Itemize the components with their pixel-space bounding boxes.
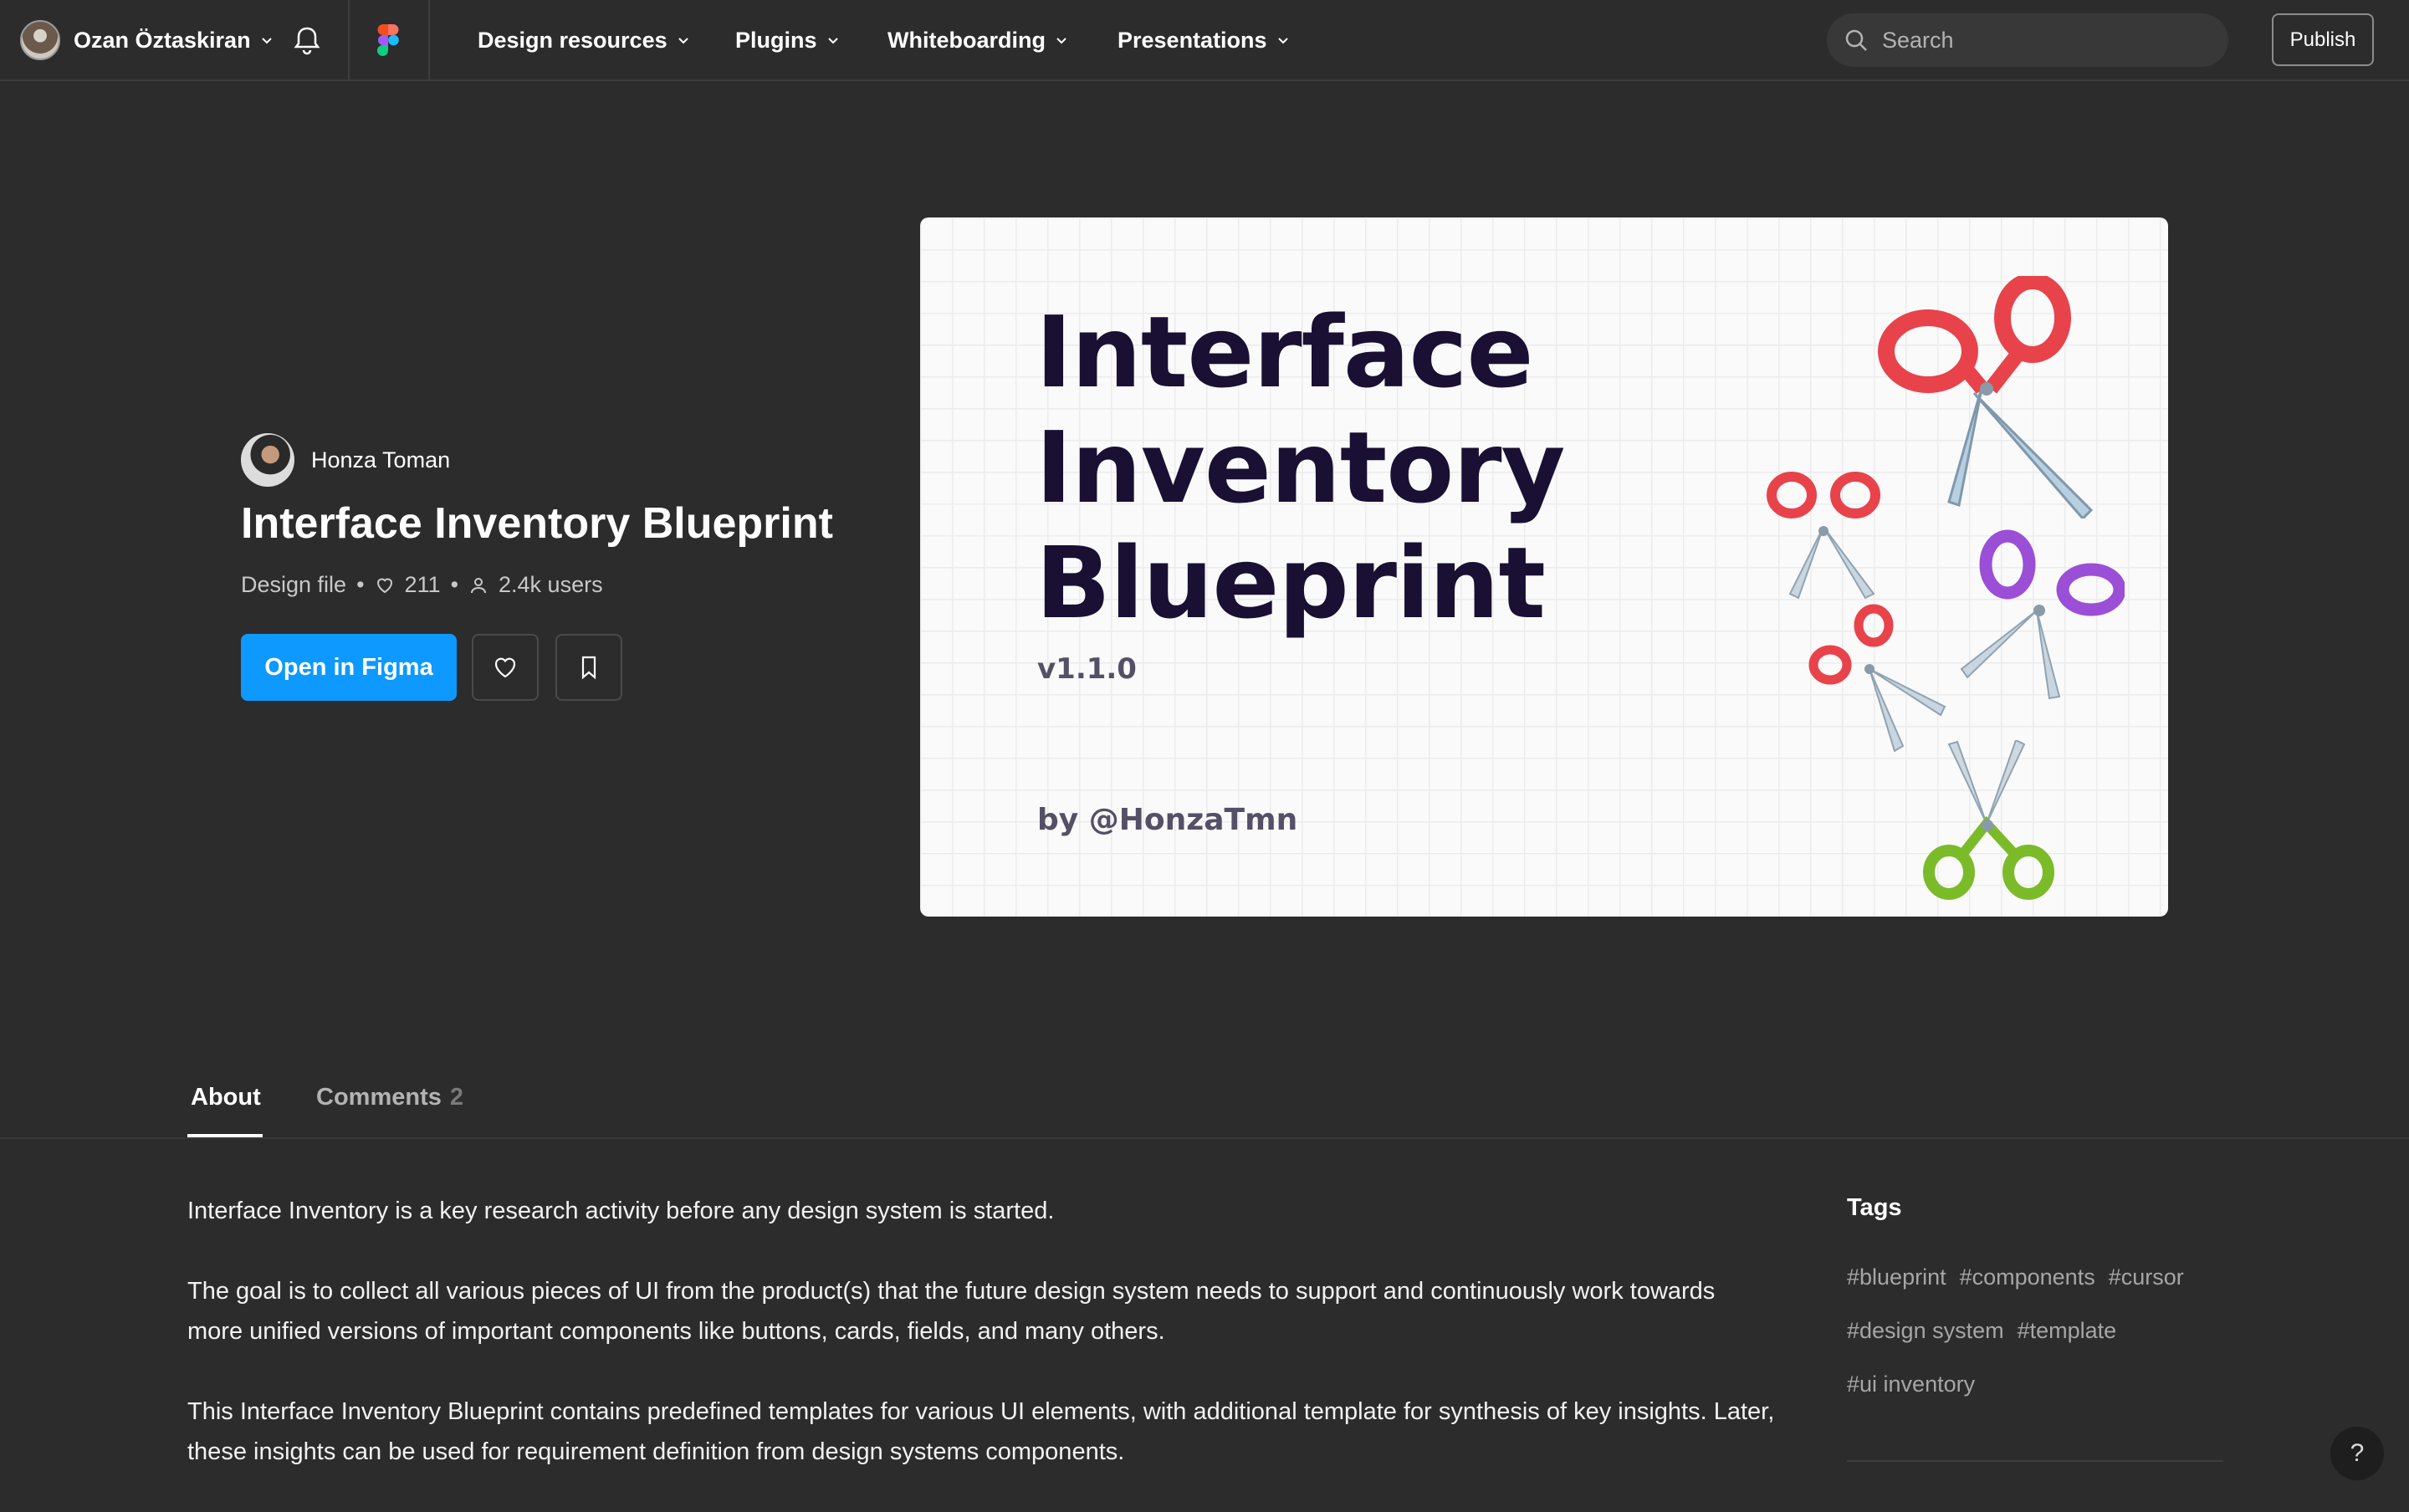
tab-bar-divider — [0, 1137, 2409, 1139]
about-paragraph: This Interface Inventory Blueprint conta… — [187, 1398, 1775, 1465]
search-input[interactable] — [1882, 27, 2200, 54]
heart-icon — [376, 578, 392, 593]
tag-link[interactable]: #cursor — [2109, 1264, 2184, 1290]
author[interactable]: Honza Toman — [241, 433, 450, 487]
user-menu[interactable]: Ozan Öztaskiran — [20, 20, 274, 60]
bell-icon[interactable] — [293, 25, 321, 55]
chevron-down-icon — [1054, 33, 1069, 48]
nav-label: Design resources — [478, 27, 667, 53]
search-box[interactable] — [1827, 13, 2228, 67]
like-button[interactable] — [472, 634, 539, 701]
chevron-down-icon — [1276, 33, 1291, 48]
tags-list: #blueprint #components #cursor #design s… — [1847, 1264, 2232, 1425]
about-paragraph: The goal is to collect all various piece… — [187, 1278, 1716, 1345]
search-icon — [1845, 29, 1867, 51]
thumbnail-title-line: Interface — [1036, 294, 1533, 410]
user-count: 2.4k users — [499, 572, 603, 597]
nav-design-resources[interactable]: Design resources — [478, 25, 691, 55]
tag-link[interactable]: #components — [1960, 1264, 2095, 1290]
user-avatar — [20, 20, 60, 60]
user-name: Ozan Öztaskiran — [74, 27, 251, 53]
nav-plugins[interactable]: Plugins — [735, 25, 841, 55]
nav-whiteboarding[interactable]: Whiteboarding — [887, 25, 1069, 55]
tags-divider — [1847, 1460, 2223, 1462]
open-in-figma-button[interactable]: Open in Figma — [241, 634, 457, 701]
nav-label: Presentations — [1118, 27, 1267, 53]
thumbnail-title: Interface Inventory Blueprint — [1036, 294, 1621, 641]
thumbnail-title-line: Inventory — [1036, 410, 1565, 525]
tags-heading: Tags — [1847, 1194, 1902, 1221]
file-thumbnail[interactable]: Interface Inventory Blueprint v1.1.0 by … — [920, 217, 2168, 917]
thumbnail-byline: by @HonzaTmn — [1037, 803, 1298, 837]
author-avatar — [241, 433, 294, 487]
scissors-red-large-icon — [1878, 276, 2094, 518]
scissors-purple-icon — [1960, 529, 2125, 700]
scissors-red-rotated-icon — [1808, 604, 1946, 753]
file-type: Design file — [241, 572, 347, 597]
nav-label: Whiteboarding — [887, 27, 1046, 53]
bookmark-button[interactable] — [555, 634, 622, 701]
bookmark-icon — [581, 656, 596, 680]
chevron-down-icon — [826, 33, 841, 48]
figma-logo-icon[interactable] — [377, 24, 399, 56]
tab-comments-label: Comments — [316, 1084, 442, 1111]
meta-separator: • — [450, 572, 459, 597]
help-button[interactable]: ? — [2330, 1427, 2384, 1480]
file-title: Interface Inventory Blueprint — [241, 499, 833, 548]
tag-link[interactable]: #blueprint — [1847, 1264, 1946, 1290]
meta-separator: • — [356, 572, 365, 597]
scissors-red-small-icon — [1767, 472, 1880, 600]
about-description: Interface Inventory is a key research ac… — [187, 1191, 1777, 1512]
file-meta: Design file • 211 • 2.4k users — [241, 572, 603, 598]
publish-button[interactable]: Publish — [2272, 13, 2374, 66]
chevron-down-icon — [259, 33, 274, 48]
tab-comments[interactable]: Comments 2 — [316, 1084, 463, 1111]
tab-about[interactable]: About — [191, 1084, 261, 1111]
nav-divider — [428, 0, 430, 80]
top-nav-bar: Ozan Öztaskiran Design resources Plugins… — [0, 0, 2409, 81]
about-paragraph: Interface Inventory is a key research ac… — [187, 1198, 1055, 1224]
user-icon — [471, 577, 487, 593]
tag-link[interactable]: #template — [2018, 1318, 2117, 1344]
tag-link[interactable]: #ui inventory — [1847, 1372, 1975, 1397]
thumbnail-title-line: Blueprint — [1036, 525, 1546, 641]
heart-icon — [494, 657, 516, 678]
thumbnail-version: v1.1.0 — [1037, 652, 1137, 686]
scissors-green-icon — [1923, 740, 2054, 900]
nav-label: Plugins — [735, 27, 817, 53]
tag-link[interactable]: #design system — [1847, 1318, 2004, 1344]
nav-divider — [348, 0, 350, 80]
like-count: 211 — [404, 572, 441, 597]
author-name: Honza Toman — [311, 447, 451, 472]
chevron-down-icon — [676, 33, 691, 48]
nav-presentations[interactable]: Presentations — [1118, 25, 1291, 55]
comments-count: 2 — [449, 1084, 463, 1111]
